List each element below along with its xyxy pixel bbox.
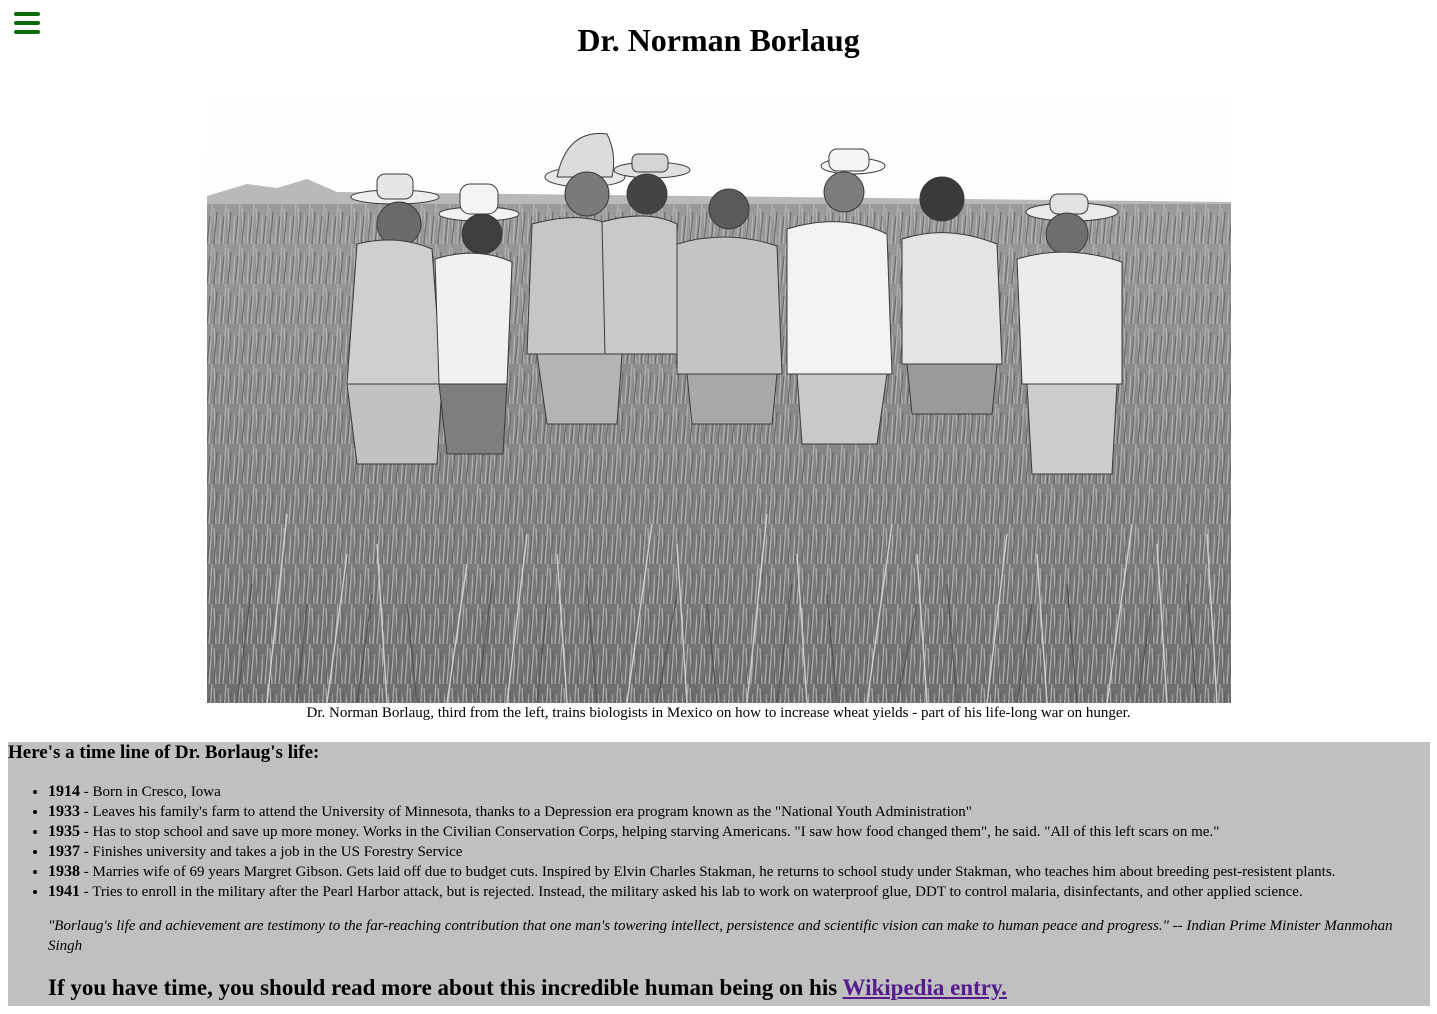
borlaug-wheat-field-photo — [207, 84, 1231, 703]
timeline-list: 1914 - Born in Cresco, Iowa 1933 - Leave… — [8, 782, 1430, 902]
page-title: Dr. Norman Borlaug — [577, 22, 860, 58]
manmohan-singh-quote: "Borlaug's life and achievement are test… — [48, 918, 1393, 954]
timeline-item: 1933 - Leaves his family's farm to atten… — [48, 802, 1430, 822]
read-more-text: If you have time, you should read more a… — [48, 974, 1430, 1002]
timeline-heading: Here's a time line of Dr. Borlaug's life… — [8, 742, 320, 763]
timeline-year: 1935 — [48, 823, 80, 840]
timeline-item: 1935 - Has to stop school and save up mo… — [48, 822, 1430, 842]
timeline-text: - Has to stop school and save up more mo… — [80, 824, 1220, 840]
timeline-item: 1937 - Finishes university and takes a j… — [48, 842, 1430, 862]
read-more-label: If you have time, you should read more a… — [48, 975, 843, 1000]
timeline-text: - Tries to enroll in the military after … — [80, 884, 1303, 900]
photo-caption: Dr. Norman Borlaug, third from the left,… — [306, 705, 1131, 721]
timeline-section: Here's a time line of Dr. Borlaug's life… — [8, 742, 1430, 1006]
timeline-year: 1937 — [48, 843, 80, 860]
timeline-year: 1914 — [48, 783, 80, 800]
timeline-item: 1914 - Born in Cresco, Iowa — [48, 782, 1430, 802]
timeline-item: 1941 - Tries to enroll in the military a… — [48, 882, 1430, 902]
timeline-text: - Finishes university and takes a job in… — [80, 844, 463, 860]
timeline-text: - Born in Cresco, Iowa — [80, 784, 221, 800]
timeline-text: - Leaves his family's farm to attend the… — [80, 804, 972, 820]
timeline-year: 1941 — [48, 883, 80, 900]
timeline-item: 1938 - Marries wife of 69 years Margret … — [48, 862, 1430, 882]
timeline-year: 1938 — [48, 863, 80, 880]
timeline-text: - Marries wife of 69 years Margret Gibso… — [80, 864, 1336, 880]
wikipedia-link[interactable]: Wikipedia entry. — [843, 975, 1007, 1000]
timeline-year: 1933 — [48, 803, 80, 820]
